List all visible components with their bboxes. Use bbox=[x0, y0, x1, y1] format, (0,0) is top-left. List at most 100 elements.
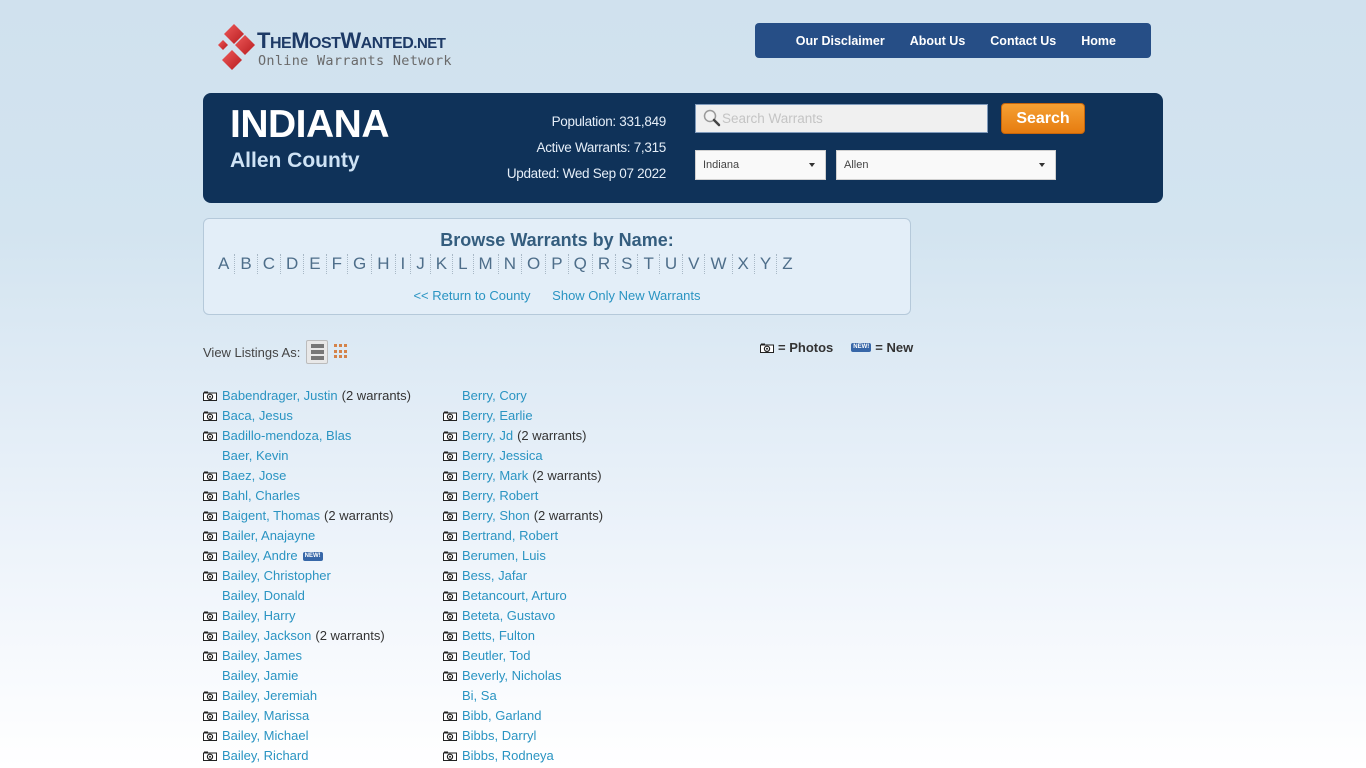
letter-link-y[interactable]: Y bbox=[753, 254, 776, 274]
listing-name-link[interactable]: Babendrager, Justin bbox=[222, 386, 338, 406]
listing-name-link[interactable]: Bibb, Garland bbox=[462, 706, 542, 726]
listing-name-link[interactable]: Bailey, Jeremiah bbox=[222, 686, 317, 706]
listing-row: Bailey, Richard bbox=[203, 746, 411, 766]
letter-link-c[interactable]: C bbox=[256, 254, 280, 274]
letter-link-m[interactable]: M bbox=[472, 254, 498, 274]
listing-name-link[interactable]: Bibbs, Rodneya bbox=[462, 746, 554, 766]
county-select[interactable]: Allen bbox=[836, 150, 1056, 180]
listing-name-link[interactable]: Bailey, Andre bbox=[222, 546, 298, 566]
nav-disclaimer[interactable]: Our Disclaimer bbox=[796, 34, 885, 48]
listing-name-link[interactable]: Betts, Fulton bbox=[462, 626, 535, 646]
listing-name-link[interactable]: Bailey, Richard bbox=[222, 746, 308, 766]
listing-name-link[interactable]: Bailey, Michael bbox=[222, 726, 308, 746]
search-icon bbox=[703, 109, 721, 127]
return-to-county-link[interactable]: << Return to County bbox=[413, 288, 530, 303]
nav-about-us[interactable]: About Us bbox=[910, 34, 966, 48]
listing-name-link[interactable]: Berry, Cory bbox=[462, 386, 527, 406]
letter-link-f[interactable]: F bbox=[325, 254, 347, 274]
state-select-value: Indiana bbox=[703, 159, 740, 171]
letter-link-p[interactable]: P bbox=[545, 254, 567, 274]
new-badge-icon: NEW! bbox=[851, 343, 872, 352]
camera-icon bbox=[203, 691, 217, 701]
photo-slot bbox=[443, 731, 462, 741]
listing-name-link[interactable]: Betancourt, Arturo bbox=[462, 586, 567, 606]
listing-name-link[interactable]: Bi, Sa bbox=[462, 686, 497, 706]
letter-link-n[interactable]: N bbox=[497, 254, 521, 274]
letter-link-u[interactable]: U bbox=[658, 254, 682, 274]
listing-name-link[interactable]: Beteta, Gustavo bbox=[462, 606, 555, 626]
photo-slot bbox=[443, 431, 462, 441]
listing-name-link[interactable]: Baez, Jose bbox=[222, 466, 286, 486]
listing-name-link[interactable]: Baca, Jesus bbox=[222, 406, 293, 426]
listing-row: Berry, Jd (2 warrants) bbox=[443, 426, 603, 446]
letter-link-a[interactable]: A bbox=[213, 254, 234, 274]
letter-link-g[interactable]: G bbox=[346, 254, 371, 274]
listing-name-link[interactable]: Bess, Jafar bbox=[462, 566, 527, 586]
letter-link-b[interactable]: B bbox=[234, 254, 256, 274]
listing-name-link[interactable]: Berry, Earlie bbox=[462, 406, 533, 426]
listing-name-link[interactable]: Bailey, Christopher bbox=[222, 566, 331, 586]
listing-name-link[interactable]: Baigent, Thomas bbox=[222, 506, 320, 526]
letter-link-r[interactable]: R bbox=[591, 254, 615, 274]
list-view-button[interactable] bbox=[306, 340, 328, 364]
letter-link-w[interactable]: W bbox=[704, 254, 731, 274]
listing-name-link[interactable]: Bibbs, Darryl bbox=[462, 726, 536, 746]
listing-name-link[interactable]: Bahl, Charles bbox=[222, 486, 300, 506]
letter-link-v[interactable]: V bbox=[682, 254, 704, 274]
letter-link-k[interactable]: K bbox=[429, 254, 452, 274]
photo-slot bbox=[443, 591, 462, 601]
search-input[interactable] bbox=[695, 104, 988, 133]
letter-link-x[interactable]: X bbox=[731, 254, 754, 274]
letter-link-o[interactable]: O bbox=[521, 254, 545, 274]
listing-name-link[interactable]: Beverly, Nicholas bbox=[462, 666, 561, 686]
listing-name-link[interactable]: Bailey, Jamie bbox=[222, 666, 298, 686]
letter-link-j[interactable]: J bbox=[410, 254, 430, 274]
letter-link-e[interactable]: E bbox=[303, 254, 325, 274]
nav-home[interactable]: Home bbox=[1081, 34, 1116, 48]
listing-row: Bailey, Christopher bbox=[203, 566, 411, 586]
letter-link-s[interactable]: S bbox=[615, 254, 637, 274]
listing-row: Betancourt, Arturo bbox=[443, 586, 603, 606]
listing-name-link[interactable]: Berry, Jessica bbox=[462, 446, 543, 466]
listing-name-link[interactable]: Berumen, Luis bbox=[462, 546, 546, 566]
nav-contact-us[interactable]: Contact Us bbox=[990, 34, 1056, 48]
listing-name-link[interactable]: Beutler, Tod bbox=[462, 646, 530, 666]
state-title: INDIANA bbox=[230, 103, 390, 146]
letter-link-d[interactable]: D bbox=[279, 254, 303, 274]
listing-name-link[interactable]: Bailey, Harry bbox=[222, 606, 295, 626]
listing-name-link[interactable]: Berry, Shon bbox=[462, 506, 530, 526]
letter-link-q[interactable]: Q bbox=[567, 254, 592, 274]
camera-icon bbox=[443, 711, 457, 721]
listing-row: Berry, Shon (2 warrants) bbox=[443, 506, 603, 526]
letter-link-t[interactable]: T bbox=[637, 254, 658, 274]
listing-name-link[interactable]: Berry, Robert bbox=[462, 486, 538, 506]
grid-view-button[interactable] bbox=[334, 344, 349, 359]
listing-name-link[interactable]: Badillo-mendoza, Blas bbox=[222, 426, 351, 446]
show-new-warrants-link[interactable]: Show Only New Warrants bbox=[552, 288, 700, 303]
camera-icon bbox=[443, 651, 457, 661]
listing-name-link[interactable]: Bertrand, Robert bbox=[462, 526, 558, 546]
listing-name-link[interactable]: Bailey, James bbox=[222, 646, 302, 666]
site-logo[interactable]: THEMOSTWANTED.NET Online Warrants Networ… bbox=[215, 23, 452, 75]
letter-link-h[interactable]: H bbox=[371, 254, 394, 274]
listing-name-link[interactable]: Bailey, Donald bbox=[222, 586, 305, 606]
camera-icon bbox=[203, 431, 217, 441]
letter-link-z[interactable]: Z bbox=[776, 254, 797, 274]
listing-row: Bailey, James bbox=[203, 646, 411, 666]
listing-name-link[interactable]: Bailey, Marissa bbox=[222, 706, 309, 726]
listing-name-link[interactable]: Berry, Jd bbox=[462, 426, 513, 446]
letter-link-l[interactable]: L bbox=[452, 254, 472, 274]
list-view-icon-bar bbox=[310, 356, 324, 360]
camera-icon bbox=[443, 571, 457, 581]
listing-name-link[interactable]: Baer, Kevin bbox=[222, 446, 289, 466]
state-select[interactable]: Indiana bbox=[695, 150, 826, 180]
listing-name-link[interactable]: Bailey, Jackson bbox=[222, 626, 311, 646]
camera-icon bbox=[443, 511, 457, 521]
listing-row: Bailey, Andre NEW! bbox=[203, 546, 411, 566]
letter-link-i[interactable]: I bbox=[394, 254, 411, 274]
search-button[interactable]: Search bbox=[1001, 103, 1085, 134]
grid-dot bbox=[344, 349, 347, 353]
listing-name-link[interactable]: Bailer, Anajayne bbox=[222, 526, 315, 546]
listing-name-link[interactable]: Berry, Mark bbox=[462, 466, 528, 486]
listing-row: Bertrand, Robert bbox=[443, 526, 603, 546]
